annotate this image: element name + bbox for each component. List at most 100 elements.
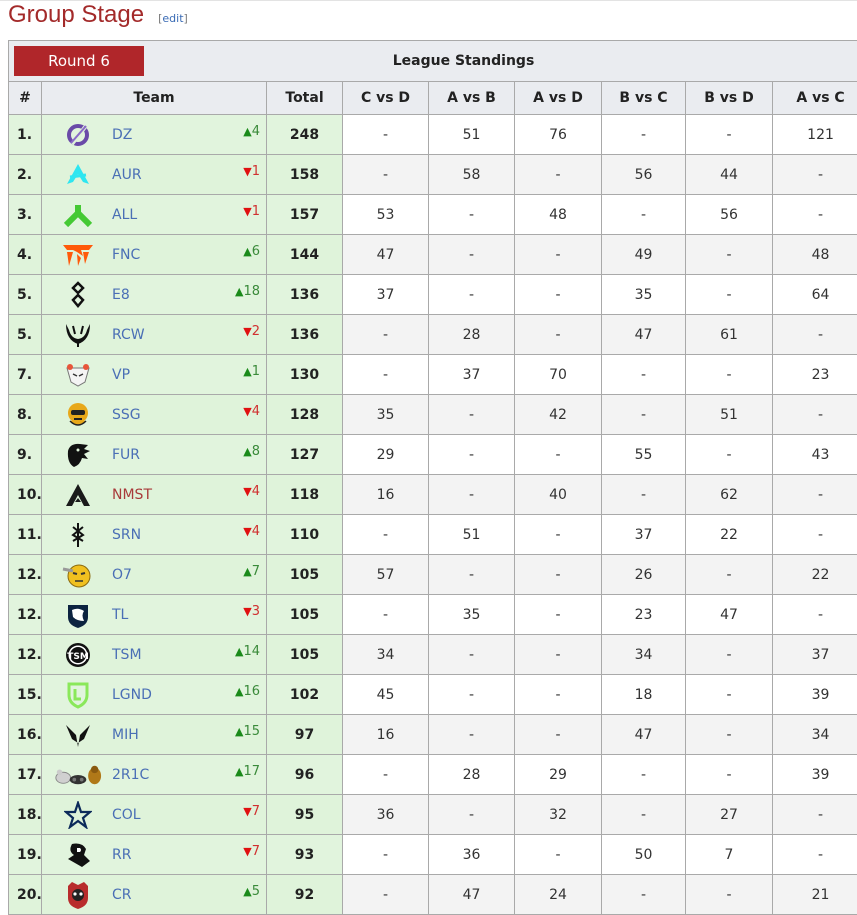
score-cell-b-vs-d: - — [686, 555, 773, 595]
score-cell-c-vs-d: - — [343, 835, 429, 875]
column-header-b-vs-c: B vs C — [602, 82, 686, 115]
total-points-cell: 95 — [267, 795, 343, 835]
total-points-cell: 105 — [267, 595, 343, 635]
team-link[interactable]: RR — [112, 847, 131, 863]
rank-cell: 9. — [9, 435, 42, 475]
team-link[interactable]: ALL — [112, 207, 137, 223]
rank-cell: 12. — [9, 555, 42, 595]
score-cell-a-vs-c: 37 — [773, 635, 857, 675]
score-cell-c-vs-d: 35 — [343, 395, 429, 435]
team-link[interactable]: E8 — [112, 287, 130, 303]
table-row: 17.2R1C▲1796-2829--39 — [9, 755, 857, 795]
score-cell-a-vs-d: 48 — [515, 195, 602, 235]
column-header-c-vs-d: C vs D — [343, 82, 429, 115]
triangle-up-icon: ▲ — [243, 885, 251, 898]
score-cell-b-vs-d: 22 — [686, 515, 773, 555]
team-link[interactable]: DZ — [112, 127, 132, 143]
score-cell-b-vs-d: 61 — [686, 315, 773, 355]
team-info: 2R1C — [42, 755, 266, 794]
score-cell-a-vs-c: 21 — [773, 875, 857, 915]
team-info: SSG — [42, 395, 266, 434]
team-link[interactable]: FNC — [112, 247, 140, 263]
rank-change-value: 4 — [252, 484, 260, 499]
score-cell-a-vs-c: - — [773, 795, 857, 835]
score-cell-b-vs-c: 18 — [602, 675, 686, 715]
total-points-cell: 92 — [267, 875, 343, 915]
round-selector-button[interactable]: Round 6 — [14, 46, 144, 76]
score-cell-b-vs-d: - — [686, 715, 773, 755]
team-cell: RR▼7 — [42, 835, 267, 875]
score-cell-a-vs-d: 24 — [515, 875, 602, 915]
rank-cell: 19. — [9, 835, 42, 875]
score-cell-b-vs-d: - — [686, 355, 773, 395]
team-link[interactable]: CR — [112, 887, 132, 903]
score-cell-c-vs-d: 45 — [343, 675, 429, 715]
column-header-rank: # — [9, 82, 42, 115]
team-link[interactable]: AUR — [112, 167, 142, 183]
score-cell-b-vs-d: 51 — [686, 395, 773, 435]
team-link[interactable]: O7 — [112, 567, 132, 583]
score-cell-b-vs-c: 35 — [602, 275, 686, 315]
score-cell-a-vs-b: - — [429, 715, 515, 755]
2r1c-logo-icon — [54, 763, 102, 787]
col-logo-icon — [54, 801, 102, 829]
edit-link[interactable]: edit — [162, 12, 183, 25]
team-link[interactable]: RCW — [112, 327, 145, 343]
score-cell-b-vs-d: 27 — [686, 795, 773, 835]
score-cell-a-vs-b: - — [429, 675, 515, 715]
score-cell-b-vs-c: 47 — [602, 715, 686, 755]
score-cell-a-vs-b: - — [429, 395, 515, 435]
team-link[interactable]: FUR — [112, 447, 140, 463]
score-cell-a-vs-b: - — [429, 235, 515, 275]
score-cell-a-vs-d: - — [515, 315, 602, 355]
score-cell-c-vs-d: 34 — [343, 635, 429, 675]
rank-change-value: 14 — [243, 644, 260, 659]
ssg-logo-icon — [54, 401, 102, 429]
score-cell-a-vs-c: 39 — [773, 755, 857, 795]
score-cell-c-vs-d: - — [343, 515, 429, 555]
team-link[interactable]: TL — [112, 607, 128, 623]
triangle-up-icon: ▲ — [243, 365, 251, 378]
team-link[interactable]: SSG — [112, 407, 141, 423]
score-cell-c-vs-d: 16 — [343, 475, 429, 515]
rank-cell: 12. — [9, 635, 42, 675]
team-link[interactable]: SRN — [112, 527, 141, 543]
all-logo-icon — [54, 203, 102, 227]
lgnd-logo-icon — [54, 681, 102, 709]
column-header-total: Total — [267, 82, 343, 115]
rank-cell: 7. — [9, 355, 42, 395]
rank-change-value: 6 — [252, 244, 260, 259]
table-row: 3.ALL▼115753-48-56- — [9, 195, 857, 235]
league-standings-table: Round 6 League Standings #TeamTotalC vs … — [8, 40, 857, 915]
score-cell-b-vs-d: 44 — [686, 155, 773, 195]
team-link[interactable]: VP — [112, 367, 130, 383]
table-row: 20.CR▲592-4724--21 — [9, 875, 857, 915]
score-cell-b-vs-d: 56 — [686, 195, 773, 235]
score-cell-a-vs-b: 28 — [429, 755, 515, 795]
team-link[interactable]: NMST — [112, 487, 152, 503]
score-cell-b-vs-c: - — [602, 795, 686, 835]
team-cell: SRN▼4 — [42, 515, 267, 555]
rank-change-value: 1 — [252, 204, 260, 219]
rank-cell: 12. — [9, 595, 42, 635]
table-row: 12.O7▲710557--26-22 — [9, 555, 857, 595]
team-link[interactable]: TSM — [112, 647, 142, 663]
score-cell-b-vs-d: - — [686, 235, 773, 275]
rank-change: ▼3 — [243, 604, 260, 619]
score-cell-c-vs-d: - — [343, 315, 429, 355]
team-link[interactable]: MIH — [112, 727, 139, 743]
score-cell-b-vs-d: - — [686, 115, 773, 155]
team-cell: E8▲18 — [42, 275, 267, 315]
fur-logo-icon — [54, 441, 102, 469]
score-cell-a-vs-c: 23 — [773, 355, 857, 395]
team-link[interactable]: LGND — [112, 687, 152, 703]
team-info: ALL — [42, 195, 266, 234]
score-cell-a-vs-c: - — [773, 515, 857, 555]
nmst-logo-icon — [54, 482, 102, 508]
team-link[interactable]: COL — [112, 807, 141, 823]
rank-cell: 11. — [9, 515, 42, 555]
team-cell: TL ▼3 — [42, 595, 267, 635]
team-info: COL — [42, 795, 266, 834]
rank-change: ▲7 — [243, 564, 260, 579]
team-link[interactable]: 2R1C — [112, 767, 149, 783]
